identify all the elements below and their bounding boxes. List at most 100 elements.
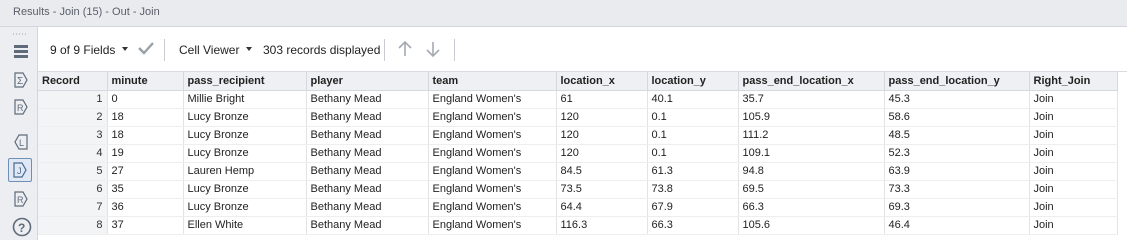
table-cell[interactable]: 105.6 [738,216,885,235]
table-cell[interactable]: Lucy Bronze [183,180,307,199]
table-cell[interactable]: Millie Bright [183,90,307,109]
record-number-cell[interactable]: 7 [38,198,108,217]
table-cell[interactable]: Ellen White [183,216,307,235]
record-number-cell[interactable]: 4 [38,144,108,163]
table-cell[interactable]: 63.9 [884,162,1030,181]
table-cell[interactable]: 64.4 [556,198,648,217]
table-cell[interactable]: 0.1 [647,144,739,163]
table-cell[interactable]: Bethany Mead [306,180,429,199]
table-cell[interactable]: 109.1 [738,144,885,163]
table-cell[interactable]: 37 [107,216,184,235]
table-cell[interactable]: 120 [556,126,648,145]
table-row[interactable]: 7 36 Lucy Bronze Bethany Mead England Women'… [38,198,1118,217]
right-r-icon[interactable]: R [10,96,32,118]
table-cell[interactable]: England Women's [428,198,557,217]
join-j-icon[interactable]: J [8,158,32,182]
table-cell[interactable]: 48.5 [884,126,1030,145]
fields-dropdown[interactable]: 9 of 9 Fields [50,43,115,57]
sum-icon[interactable]: Σ [10,69,32,91]
table-cell[interactable]: 27 [107,162,184,181]
table-cell[interactable]: Bethany Mead [306,126,429,145]
table-row[interactable]: 2 18 Lucy Bronze Bethany Mead England Women'… [38,108,1118,127]
cell-viewer-dropdown[interactable]: Cell Viewer [179,43,239,57]
table-row[interactable]: 8 37 Ellen White Bethany Mead England Women'… [38,216,1118,235]
table-cell[interactable]: Join [1029,144,1118,163]
table-cell[interactable]: England Women's [428,162,557,181]
table-cell[interactable]: Join [1029,108,1118,127]
table-cell[interactable]: 105.9 [738,108,885,127]
table-cell[interactable]: 35 [107,180,184,199]
table-cell[interactable]: Lucy Bronze [183,198,307,217]
table-cell[interactable]: 94.8 [738,162,885,181]
record-number-cell[interactable]: 5 [38,162,108,181]
table-cell[interactable]: Lucy Bronze [183,144,307,163]
table-cell[interactable]: Bethany Mead [306,144,429,163]
record-number-cell[interactable]: 2 [38,108,108,127]
table-cell[interactable]: Lucy Bronze [183,126,307,145]
table-cell[interactable]: England Women's [428,108,557,127]
record-number-cell[interactable]: 3 [38,126,108,145]
table-cell[interactable]: 61 [556,90,648,109]
table-cell[interactable]: 69.5 [738,180,885,199]
table-cell[interactable]: 19 [107,144,184,163]
table-cell[interactable]: 67.9 [647,198,739,217]
table-cell[interactable]: England Women's [428,180,557,199]
table-cell[interactable]: England Women's [428,90,557,109]
table-row[interactable]: 6 35 Lucy Bronze Bethany Mead England Women'… [38,180,1118,199]
record-number-cell[interactable]: 1 [38,90,108,109]
record-number-cell[interactable]: 6 [38,180,108,199]
arrow-down-icon[interactable] [425,40,441,61]
chevron-down-icon[interactable] [246,47,252,51]
table-row[interactable]: 5 27 Lauren Hemp Bethany Mead England Women'… [38,162,1118,181]
table-cell[interactable]: Join [1029,126,1118,145]
column-header[interactable]: pass_end_location_x [738,72,885,91]
table-cell[interactable]: 46.4 [884,216,1030,235]
table-cell[interactable]: Join [1029,162,1118,181]
table-cell[interactable]: England Women's [428,126,557,145]
table-cell[interactable]: 40.1 [647,90,739,109]
table-cell[interactable]: Bethany Mead [306,108,429,127]
table-cell[interactable]: 52.3 [884,144,1030,163]
column-header[interactable]: team [428,72,557,91]
table-row[interactable]: 3 18 Lucy Bronze Bethany Mead England Women'… [38,126,1118,145]
table-cell[interactable]: 0.1 [647,108,739,127]
column-header[interactable]: Right_Join [1029,72,1118,91]
table-cell[interactable]: England Women's [428,144,557,163]
apply-checkmark-icon[interactable] [137,40,155,59]
table-row[interactable]: 4 19 Lucy Bronze Bethany Mead England Women'… [38,144,1118,163]
table-cell[interactable]: Bethany Mead [306,198,429,217]
table-cell[interactable]: 35.7 [738,90,885,109]
table-cell[interactable]: Join [1029,216,1118,235]
table-cell[interactable]: 36 [107,198,184,217]
table-cell[interactable]: 120 [556,144,648,163]
record-number-cell[interactable]: 8 [38,216,108,235]
table-cell[interactable]: 45.3 [884,90,1030,109]
table-view-icon[interactable] [10,41,32,63]
column-header[interactable]: minute [107,72,184,91]
table-cell[interactable]: 73.5 [556,180,648,199]
arrow-up-icon[interactable] [397,40,413,61]
table-cell[interactable]: 18 [107,108,184,127]
table-cell[interactable]: 111.2 [738,126,885,145]
column-header[interactable]: location_y [647,72,739,91]
table-row[interactable]: 1 0 Millie Bright Bethany Mead England Women… [38,90,1118,109]
column-header[interactable]: Record [38,72,108,91]
table-cell[interactable]: Bethany Mead [306,216,429,235]
right-r-output-icon[interactable]: R [10,188,32,210]
table-cell[interactable]: 58.6 [884,108,1030,127]
table-cell[interactable]: Lauren Hemp [183,162,307,181]
table-cell[interactable]: 73.3 [884,180,1030,199]
help-icon[interactable]: ? [10,215,32,237]
table-cell[interactable]: 116.3 [556,216,648,235]
table-cell[interactable]: 0.1 [647,126,739,145]
table-cell[interactable]: 0 [107,90,184,109]
table-cell[interactable]: Lucy Bronze [183,108,307,127]
table-cell[interactable]: Bethany Mead [306,90,429,109]
table-cell[interactable]: Join [1029,198,1118,217]
table-cell[interactable]: 120 [556,108,648,127]
table-cell[interactable]: 61.3 [647,162,739,181]
table-cell[interactable]: Join [1029,90,1118,109]
column-header[interactable]: pass_recipient [183,72,307,91]
column-header[interactable]: pass_end_location_y [884,72,1030,91]
table-cell[interactable]: 84.5 [556,162,648,181]
